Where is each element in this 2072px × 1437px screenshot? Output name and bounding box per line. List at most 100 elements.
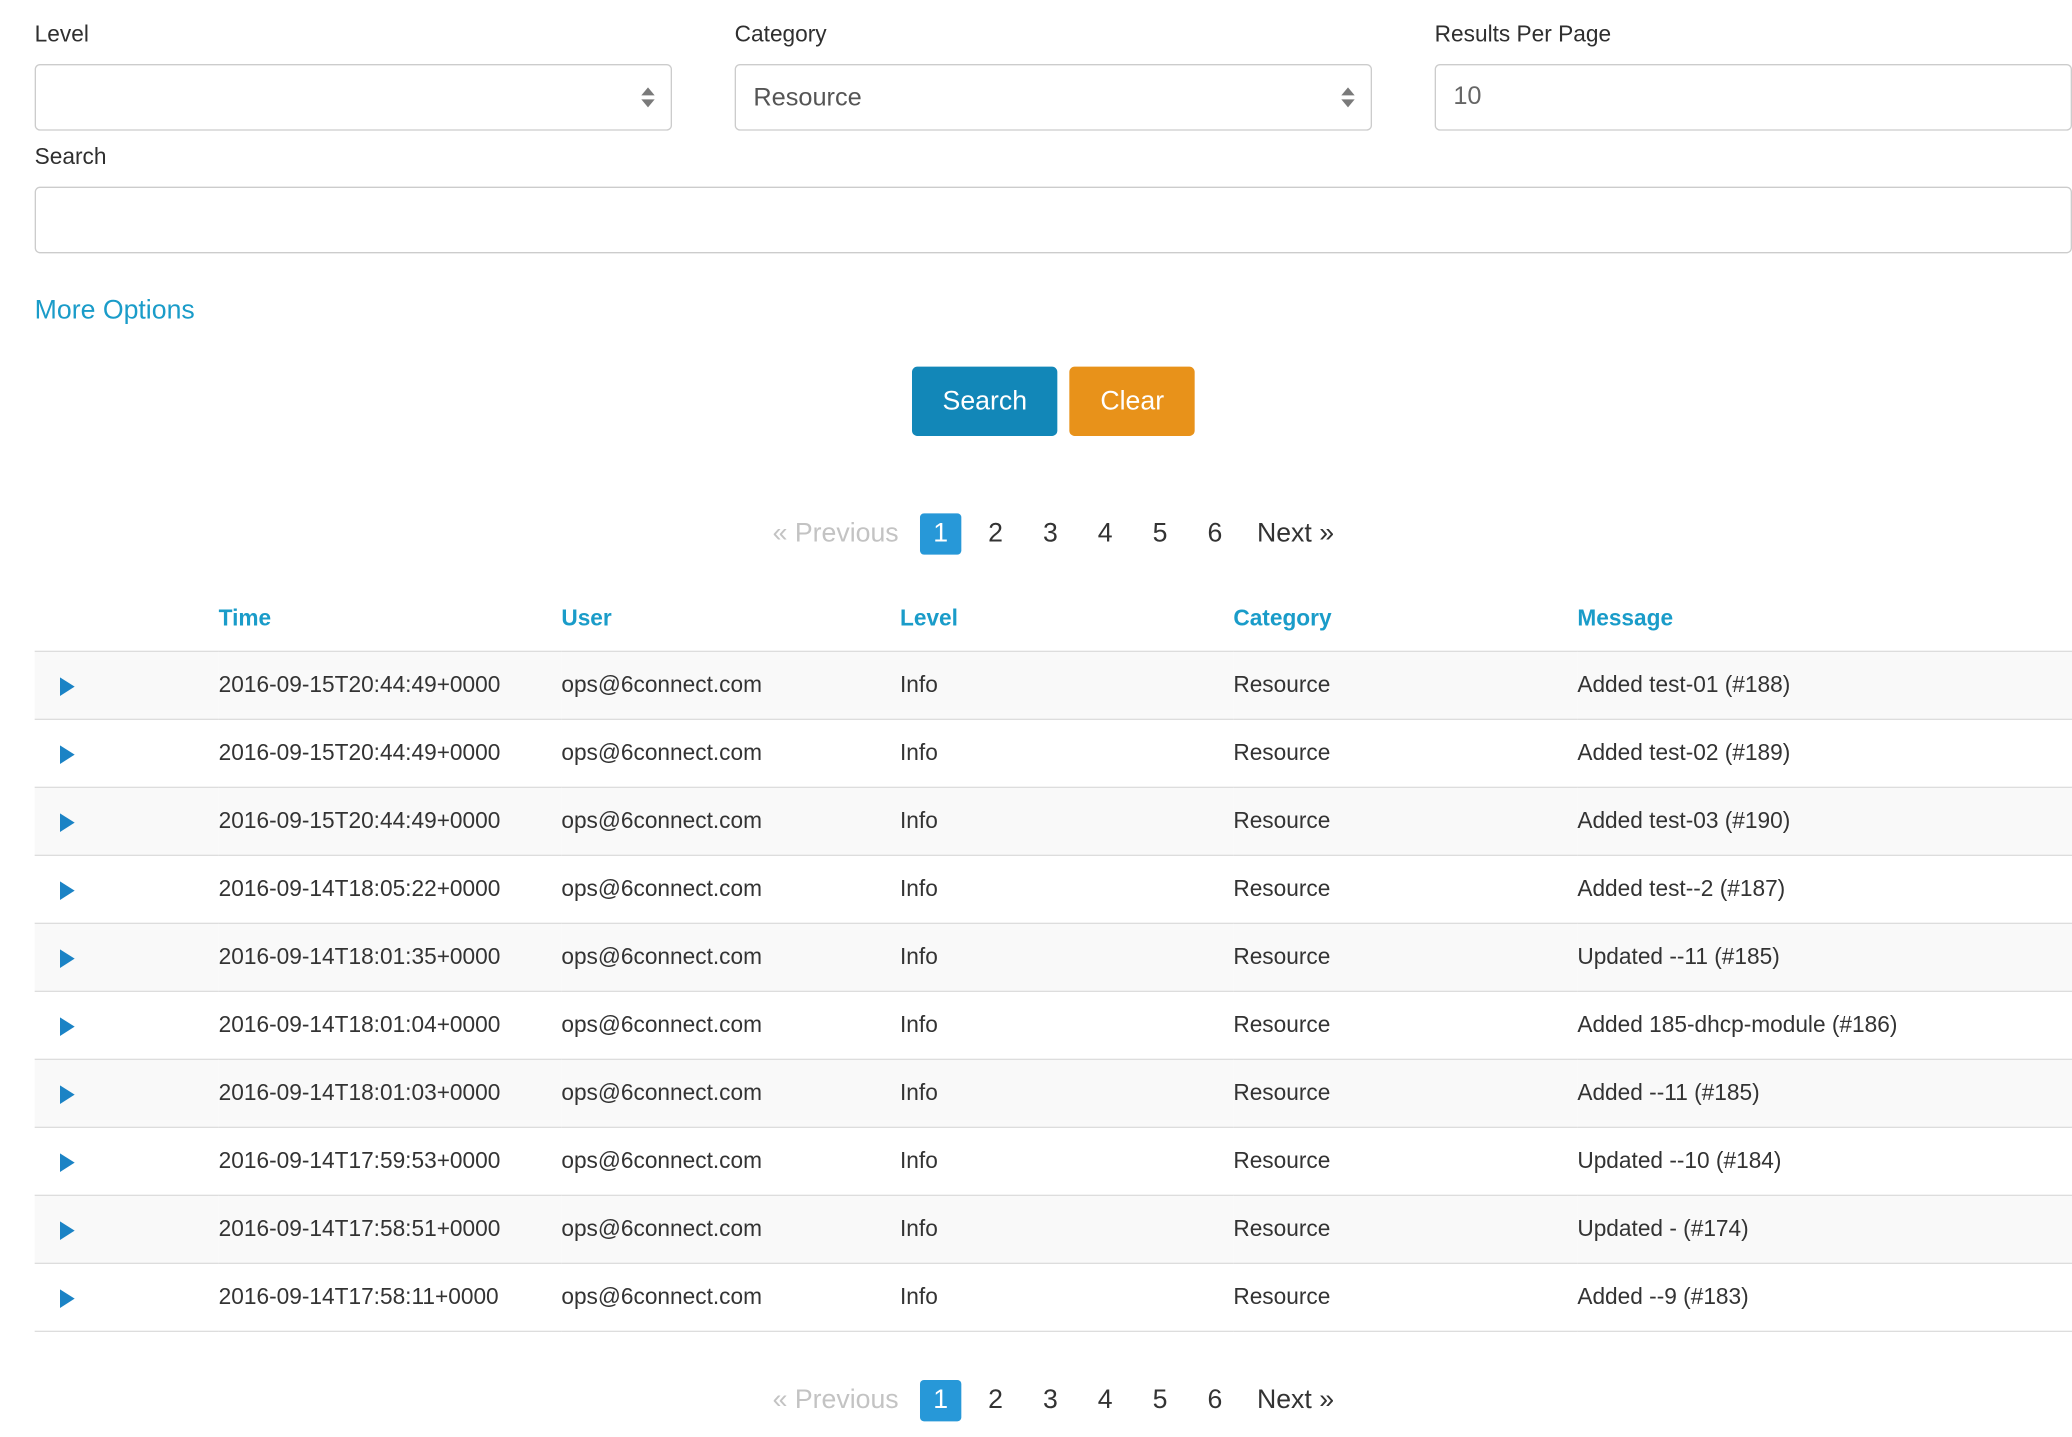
expand-cell[interactable] [35, 1195, 219, 1263]
level-cell: Info [900, 1127, 1233, 1195]
user-cell: ops@6connect.com [561, 1059, 900, 1127]
message-cell: Updated - (#174) [1577, 1195, 2072, 1263]
search-button[interactable]: Search [912, 367, 1058, 436]
user-cell: ops@6connect.com [561, 787, 900, 855]
level-select[interactable] [35, 64, 672, 131]
time-cell: 2016-09-14T17:59:53+0000 [219, 1127, 562, 1195]
category-cell: Resource [1233, 787, 1577, 855]
pagination-page-3[interactable]: 3 [1030, 513, 1071, 554]
category-cell: Resource [1233, 1059, 1577, 1127]
user-cell: ops@6connect.com [561, 1263, 900, 1331]
expand-cell[interactable] [35, 923, 219, 991]
expand-column-header [35, 592, 219, 651]
message-cell: Added --11 (#185) [1577, 1059, 2072, 1127]
expand-cell[interactable] [35, 1059, 219, 1127]
expand-row-icon[interactable] [60, 1289, 75, 1308]
pagination-page-6[interactable]: 6 [1194, 1380, 1235, 1421]
message-cell: Added test-01 (#188) [1577, 651, 2072, 719]
clear-button[interactable]: Clear [1070, 367, 1195, 436]
pagination-page-5[interactable]: 5 [1139, 513, 1180, 554]
category-cell: Resource [1233, 651, 1577, 719]
expand-cell[interactable] [35, 787, 219, 855]
user-cell: ops@6connect.com [561, 651, 900, 719]
table-row: 2016-09-14T18:01:35+0000 ops@6connect.co… [35, 923, 2072, 991]
message-cell: Added --9 (#183) [1577, 1263, 2072, 1331]
expand-cell[interactable] [35, 1263, 219, 1331]
column-header-level[interactable]: Level [900, 592, 1233, 651]
category-cell: Resource [1233, 1263, 1577, 1331]
table-row: 2016-09-14T18:01:04+0000 ops@6connect.co… [35, 991, 2072, 1059]
time-cell: 2016-09-14T17:58:51+0000 [219, 1195, 562, 1263]
results-per-page-label: Results Per Page [1435, 21, 2072, 48]
column-header-category[interactable]: Category [1233, 592, 1577, 651]
category-cell: Resource [1233, 991, 1577, 1059]
user-cell: ops@6connect.com [561, 991, 900, 1059]
table-header-row: Time User Level Category Message [35, 592, 2072, 651]
pagination-page-6[interactable]: 6 [1194, 513, 1235, 554]
level-cell: Info [900, 855, 1233, 923]
expand-cell[interactable] [35, 855, 219, 923]
time-cell: 2016-09-14T18:01:04+0000 [219, 991, 562, 1059]
pagination-page-3[interactable]: 3 [1030, 1380, 1071, 1421]
results-per-page-input[interactable] [1435, 64, 2072, 131]
expand-row-icon[interactable] [60, 1221, 75, 1240]
more-options-link[interactable]: More Options [35, 296, 195, 327]
category-select[interactable]: Resource [735, 64, 1372, 131]
table-row: 2016-09-14T17:59:53+0000 ops@6connect.co… [35, 1127, 2072, 1195]
table-row: 2016-09-14T17:58:11+0000 ops@6connect.co… [35, 1263, 2072, 1331]
pagination-page-1[interactable]: 1 [920, 513, 961, 554]
pagination-page-4[interactable]: 4 [1084, 1380, 1125, 1421]
log-viewer: Level Category Resource [0, 0, 2072, 1437]
time-cell: 2016-09-15T20:44:49+0000 [219, 719, 562, 787]
level-cell: Info [900, 651, 1233, 719]
level-cell: Info [900, 1263, 1233, 1331]
column-header-message[interactable]: Message [1577, 592, 2072, 651]
message-cell: Added test--2 (#187) [1577, 855, 2072, 923]
table-row: 2016-09-15T20:44:49+0000 ops@6connect.co… [35, 787, 2072, 855]
category-cell: Resource [1233, 1195, 1577, 1263]
message-cell: Updated --10 (#184) [1577, 1127, 2072, 1195]
user-cell: ops@6connect.com [561, 1195, 900, 1263]
expand-row-icon[interactable] [60, 881, 75, 900]
search-label: Search [35, 144, 2072, 171]
expand-row-icon[interactable] [60, 1153, 75, 1172]
search-input[interactable] [35, 187, 2072, 254]
expand-cell[interactable] [35, 651, 219, 719]
expand-cell[interactable] [35, 991, 219, 1059]
column-header-time[interactable]: Time [219, 592, 562, 651]
table-row: 2016-09-15T20:44:49+0000 ops@6connect.co… [35, 651, 2072, 719]
time-cell: 2016-09-14T18:01:03+0000 [219, 1059, 562, 1127]
pagination-page-5[interactable]: 5 [1139, 1380, 1180, 1421]
expand-row-icon[interactable] [60, 813, 75, 832]
expand-row-icon[interactable] [60, 949, 75, 968]
pagination-next[interactable]: Next » [1249, 1380, 1342, 1421]
expand-row-icon[interactable] [60, 1017, 75, 1036]
pagination-top: « Previous 123456 Next » [35, 513, 2072, 554]
pagination-page-2[interactable]: 2 [975, 1380, 1016, 1421]
log-table-body: 2016-09-15T20:44:49+0000 ops@6connect.co… [35, 651, 2072, 1331]
message-cell: Updated --11 (#185) [1577, 923, 2072, 991]
category-label: Category [735, 21, 1372, 48]
level-cell: Info [900, 1195, 1233, 1263]
pagination-page-1[interactable]: 1 [920, 1380, 961, 1421]
pagination-previous[interactable]: « Previous [765, 1380, 907, 1421]
pagination-page-2[interactable]: 2 [975, 513, 1016, 554]
table-row: 2016-09-14T18:01:03+0000 ops@6connect.co… [35, 1059, 2072, 1127]
expand-cell[interactable] [35, 1127, 219, 1195]
category-cell: Resource [1233, 719, 1577, 787]
expand-cell[interactable] [35, 719, 219, 787]
expand-row-icon[interactable] [60, 1085, 75, 1104]
pagination-bottom: « Previous 123456 Next » [35, 1380, 2072, 1421]
message-cell: Added test-03 (#190) [1577, 787, 2072, 855]
time-cell: 2016-09-14T18:05:22+0000 [219, 855, 562, 923]
column-header-user[interactable]: User [561, 592, 900, 651]
message-cell: Added 185-dhcp-module (#186) [1577, 991, 2072, 1059]
level-cell: Info [900, 991, 1233, 1059]
pagination-previous[interactable]: « Previous [765, 513, 907, 554]
table-row: 2016-09-14T17:58:51+0000 ops@6connect.co… [35, 1195, 2072, 1263]
time-cell: 2016-09-14T17:58:11+0000 [219, 1263, 562, 1331]
expand-row-icon[interactable] [60, 745, 75, 764]
expand-row-icon[interactable] [60, 677, 75, 696]
pagination-next[interactable]: Next » [1249, 513, 1342, 554]
pagination-page-4[interactable]: 4 [1084, 513, 1125, 554]
